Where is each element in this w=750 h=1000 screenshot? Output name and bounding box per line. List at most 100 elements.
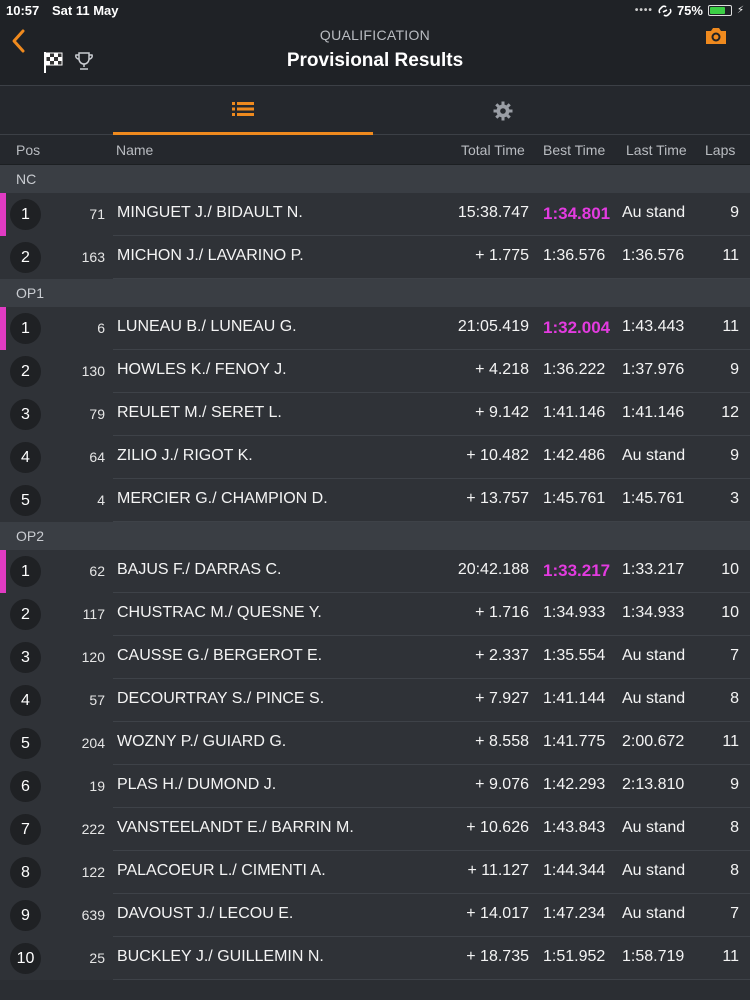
position-badge: 8 xyxy=(10,857,41,888)
battery-percent: 75% xyxy=(676,3,703,18)
car-number: 6 xyxy=(97,320,105,336)
table-header: Pos Name Total Time Best Time Last Time … xyxy=(0,135,750,165)
position-badge: 1 xyxy=(10,556,41,587)
col-name[interactable]: Name xyxy=(116,142,153,158)
position-badge: 6 xyxy=(10,771,41,802)
result-row[interactable]: 3 79 REULET M./ SERET L. + 9.142 1:41.146 1:4… xyxy=(0,393,750,436)
driver-names: CAUSSE G./ BERGEROT E. xyxy=(117,647,323,664)
driver-names: CHUSTRAC M./ QUESNE Y. xyxy=(117,604,322,621)
result-row[interactable]: 6 19 PLAS H./ DUMOND J. + 9.076 1:42.293 2:13… xyxy=(0,765,750,808)
result-row[interactable]: 4 64 ZILIO J./ RIGOT K. + 10.482 1:42.486 Au … xyxy=(0,436,750,479)
col-laps[interactable]: Laps xyxy=(705,142,735,158)
driver-names: BAJUS F./ DARRAS C. xyxy=(117,561,282,578)
car-number: 19 xyxy=(89,778,105,794)
col-best-time[interactable]: Best Time xyxy=(543,142,605,158)
best-time: 1:34.801 xyxy=(543,204,611,223)
last-time: Au stand xyxy=(622,819,686,836)
last-time: 1:45.761 xyxy=(622,490,685,507)
best-time: 1:36.576 xyxy=(543,247,606,264)
best-time: 1:51.952 xyxy=(543,948,606,965)
tab-results-list[interactable] xyxy=(113,86,373,135)
result-row[interactable]: 2 117 CHUSTRAC M./ QUESNE Y. + 1.716 1:34.93… xyxy=(0,593,750,636)
last-time: 1:58.719 xyxy=(622,948,685,965)
total-time: + 11.127 xyxy=(467,862,529,879)
best-time: 1:36.222 xyxy=(543,361,606,378)
position-badge: 5 xyxy=(10,485,41,516)
result-row[interactable]: 1 71 MINGUET J./ BIDAULT N. 15:38.747 1:34.8… xyxy=(0,193,750,236)
total-time: 21:05.419 xyxy=(457,318,529,335)
result-row[interactable]: 2 163 MICHON J./ LAVARINO P. + 1.775 1:36.57… xyxy=(0,236,750,279)
driver-names: MERCIER G./ CHAMPION D. xyxy=(117,490,328,507)
col-last-time[interactable]: Last Time xyxy=(626,142,687,158)
car-number: 163 xyxy=(81,249,105,265)
header-subtitle: QUALIFICATION xyxy=(319,27,431,43)
lap-count: 3 xyxy=(730,490,739,507)
car-number: 639 xyxy=(81,907,105,923)
driver-names: VANSTEELANDT E./ BARRIN M. xyxy=(117,819,354,836)
car-number: 117 xyxy=(82,606,105,622)
result-row[interactable]: 1 62 BAJUS F./ DARRAS C. 20:42.188 1:33.217 1… xyxy=(0,550,750,593)
result-row[interactable]: 7 222 VANSTEELANDT E./ BARRIN M. + 10.626 1:… xyxy=(0,808,750,851)
status-bar: 10:57 Sat 11 May •••• 75% ⚡ xyxy=(0,0,750,20)
battery-icon xyxy=(707,5,732,16)
lap-count: 7 xyxy=(730,647,739,664)
result-row[interactable]: 10 25 BUCKLEY J./ GUILLEMIN N. + 18.735 1:51… xyxy=(0,937,750,980)
result-row[interactable]: 2 130 HOWLES K./ FENOY J. + 4.218 1:36.222 1:… xyxy=(0,350,750,393)
last-time: Au stand xyxy=(622,905,686,922)
position-badge: 4 xyxy=(10,442,41,473)
row-divider xyxy=(113,521,750,522)
car-number: 79 xyxy=(89,406,105,422)
row-divider xyxy=(113,979,750,980)
total-time: + 18.735 xyxy=(466,948,529,965)
total-time: + 4.218 xyxy=(475,361,529,378)
last-time: 1:43.443 xyxy=(622,318,685,335)
lap-count: 11 xyxy=(722,247,739,264)
lap-count: 8 xyxy=(730,862,739,879)
driver-names: PALACOEUR L./ CIMENTI A. xyxy=(117,862,326,879)
col-pos[interactable]: Pos xyxy=(16,142,40,158)
gear-icon xyxy=(493,101,513,120)
driver-names: LUNEAU B./ LUNEAU G. xyxy=(117,318,297,335)
lap-count: 9 xyxy=(730,361,739,378)
group-header: OP1 xyxy=(0,279,750,307)
total-time: + 13.757 xyxy=(466,490,529,507)
charging-icon: ⚡ xyxy=(736,5,744,16)
car-number: 120 xyxy=(81,649,105,665)
last-time: 2:13.810 xyxy=(622,776,685,793)
page-title: Provisional Results xyxy=(286,50,464,71)
col-total-time[interactable]: Total Time xyxy=(461,142,525,158)
total-time: 15:38.747 xyxy=(457,204,529,221)
total-time: + 8.558 xyxy=(475,733,529,750)
best-time: 1:44.344 xyxy=(543,862,606,879)
car-number: 130 xyxy=(81,363,105,379)
driver-names: DECOURTRAY S./ PINCE S. xyxy=(117,690,325,707)
tab-settings[interactable] xyxy=(373,86,633,135)
position-badge: 3 xyxy=(10,399,41,430)
result-row[interactable]: 8 122 PALACOEUR L./ CIMENTI A. + 11.127 1:44… xyxy=(0,851,750,894)
lap-count: 9 xyxy=(730,447,739,464)
best-time: 1:41.146 xyxy=(543,404,606,421)
last-time: 1:41.146 xyxy=(622,404,685,421)
last-time: Au stand xyxy=(622,447,686,464)
status-right: •••• 75% ⚡ xyxy=(635,3,744,18)
lap-count: 8 xyxy=(730,819,739,836)
last-time: Au stand xyxy=(622,204,686,221)
fastest-indicator xyxy=(0,550,6,593)
result-row[interactable]: 4 57 DECOURTRAY S./ PINCE S. + 7.927 1:41.14… xyxy=(0,679,750,722)
result-row[interactable]: 9 639 DAVOUST J./ LECOU E. + 14.017 1:47.234… xyxy=(0,894,750,937)
view-tabs xyxy=(0,86,750,135)
result-row[interactable]: 5 204 WOZNY P./ GUIARD G. + 8.558 1:41.775 2:… xyxy=(0,722,750,765)
result-row[interactable]: 1 6 LUNEAU B./ LUNEAU G. 21:05.419 1:32.004 1… xyxy=(0,307,750,350)
last-time: 1:34.933 xyxy=(622,604,685,621)
camera-icon[interactable] xyxy=(704,26,728,46)
lap-count: 8 xyxy=(730,690,739,707)
result-row[interactable]: 3 120 CAUSSE G./ BERGEROT E. + 2.337 1:35.55… xyxy=(0,636,750,679)
best-time: 1:34.933 xyxy=(543,604,606,621)
result-row[interactable]: 5 4 MERCIER G./ CHAMPION D. + 13.757 1:45.76… xyxy=(0,479,750,522)
position-badge: 2 xyxy=(10,599,41,630)
total-time: + 10.626 xyxy=(466,819,529,836)
status-time: 10:57 xyxy=(6,3,40,18)
best-time: 1:42.486 xyxy=(543,447,606,464)
fastest-indicator xyxy=(0,193,6,236)
best-time: 1:43.843 xyxy=(543,819,606,836)
